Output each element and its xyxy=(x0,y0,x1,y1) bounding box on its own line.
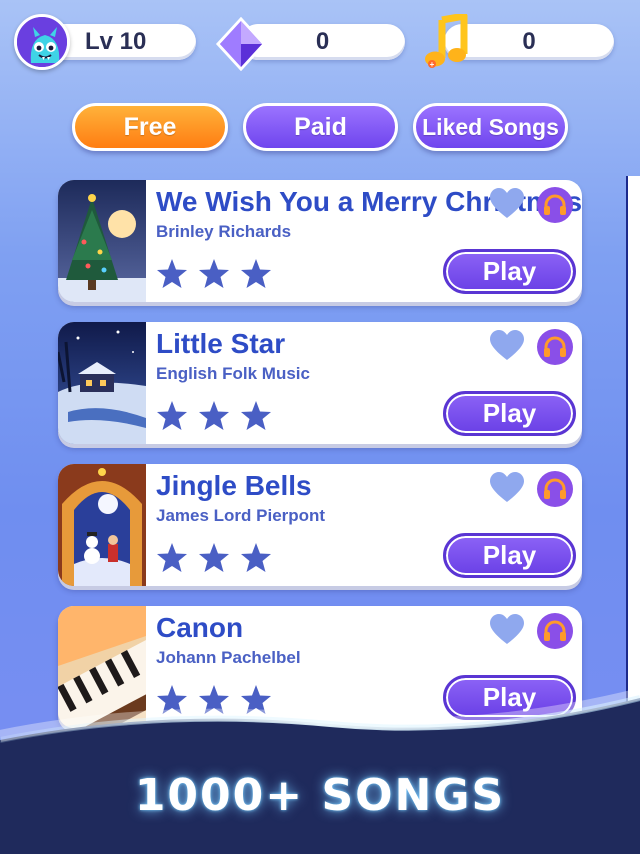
heart-icon[interactable] xyxy=(490,188,524,220)
star-icon xyxy=(199,401,229,430)
headphones-icon xyxy=(544,620,566,641)
song-artist: Brinley Richards xyxy=(156,222,292,241)
preview-button[interactable] xyxy=(537,187,573,223)
song-artist: Johann Pachelbel xyxy=(156,648,301,667)
monster-avatar-icon xyxy=(17,17,67,67)
tab-free-label: Free xyxy=(123,112,177,141)
star-icon xyxy=(241,259,271,288)
headphones-icon xyxy=(544,194,566,215)
song-artist: James Lord Pierpont xyxy=(156,506,326,525)
heart-icon[interactable] xyxy=(490,472,524,504)
star-rating xyxy=(156,258,272,290)
song-artist: English Folk Music xyxy=(156,364,310,383)
star-rating xyxy=(156,400,272,432)
star-icon xyxy=(157,543,187,572)
song-title: Little Star xyxy=(156,328,286,359)
promo-banner-text: 1000+ SONGS xyxy=(134,770,506,821)
headphones-icon xyxy=(544,478,566,499)
star-icon xyxy=(199,543,229,572)
play-button[interactable]: Play xyxy=(443,249,576,294)
tab-paid-label: Paid xyxy=(294,112,347,141)
play-button[interactable]: Play xyxy=(443,533,576,578)
tab-free[interactable]: Free xyxy=(72,103,228,151)
song-artwork xyxy=(58,322,146,444)
song-artwork xyxy=(58,180,146,302)
music-note-icon: + xyxy=(425,14,468,69)
gem-count: 0 xyxy=(315,28,330,55)
star-icon xyxy=(199,259,229,288)
star-rating xyxy=(156,542,272,574)
promo-banner-wave xyxy=(0,688,640,854)
preview-button[interactable] xyxy=(537,613,573,649)
heart-icon[interactable] xyxy=(490,330,524,362)
star-icon xyxy=(157,401,187,430)
preview-button[interactable] xyxy=(537,471,573,507)
note-count: 0 xyxy=(522,28,536,55)
song-card: Little Star English Folk Music Play xyxy=(58,322,582,444)
level-label: Lv 10 xyxy=(85,28,147,55)
headphones-icon xyxy=(544,336,566,357)
tab-paid[interactable]: Paid xyxy=(243,103,398,151)
song-card: We Wish You a Merry Christmas Brinley Ri… xyxy=(58,180,582,302)
song-title: Canon xyxy=(156,612,244,643)
star-icon xyxy=(241,401,271,430)
star-icon xyxy=(241,543,271,572)
song-card: Jingle Bells James Lord Pierpont Play xyxy=(58,464,582,586)
tab-liked-songs-label: Liked Songs xyxy=(422,113,559,140)
song-title: Jingle Bells xyxy=(156,470,312,501)
heart-icon[interactable] xyxy=(490,614,524,646)
gem-icon xyxy=(215,17,267,71)
svg-text:+: + xyxy=(430,60,435,69)
scrollbar[interactable] xyxy=(626,176,640,736)
play-button[interactable]: Play xyxy=(443,391,576,436)
preview-button[interactable] xyxy=(537,329,573,365)
avatar[interactable] xyxy=(14,14,70,70)
tab-liked-songs[interactable]: Liked Songs xyxy=(413,103,568,151)
star-icon xyxy=(157,259,187,288)
song-artwork xyxy=(58,464,146,586)
